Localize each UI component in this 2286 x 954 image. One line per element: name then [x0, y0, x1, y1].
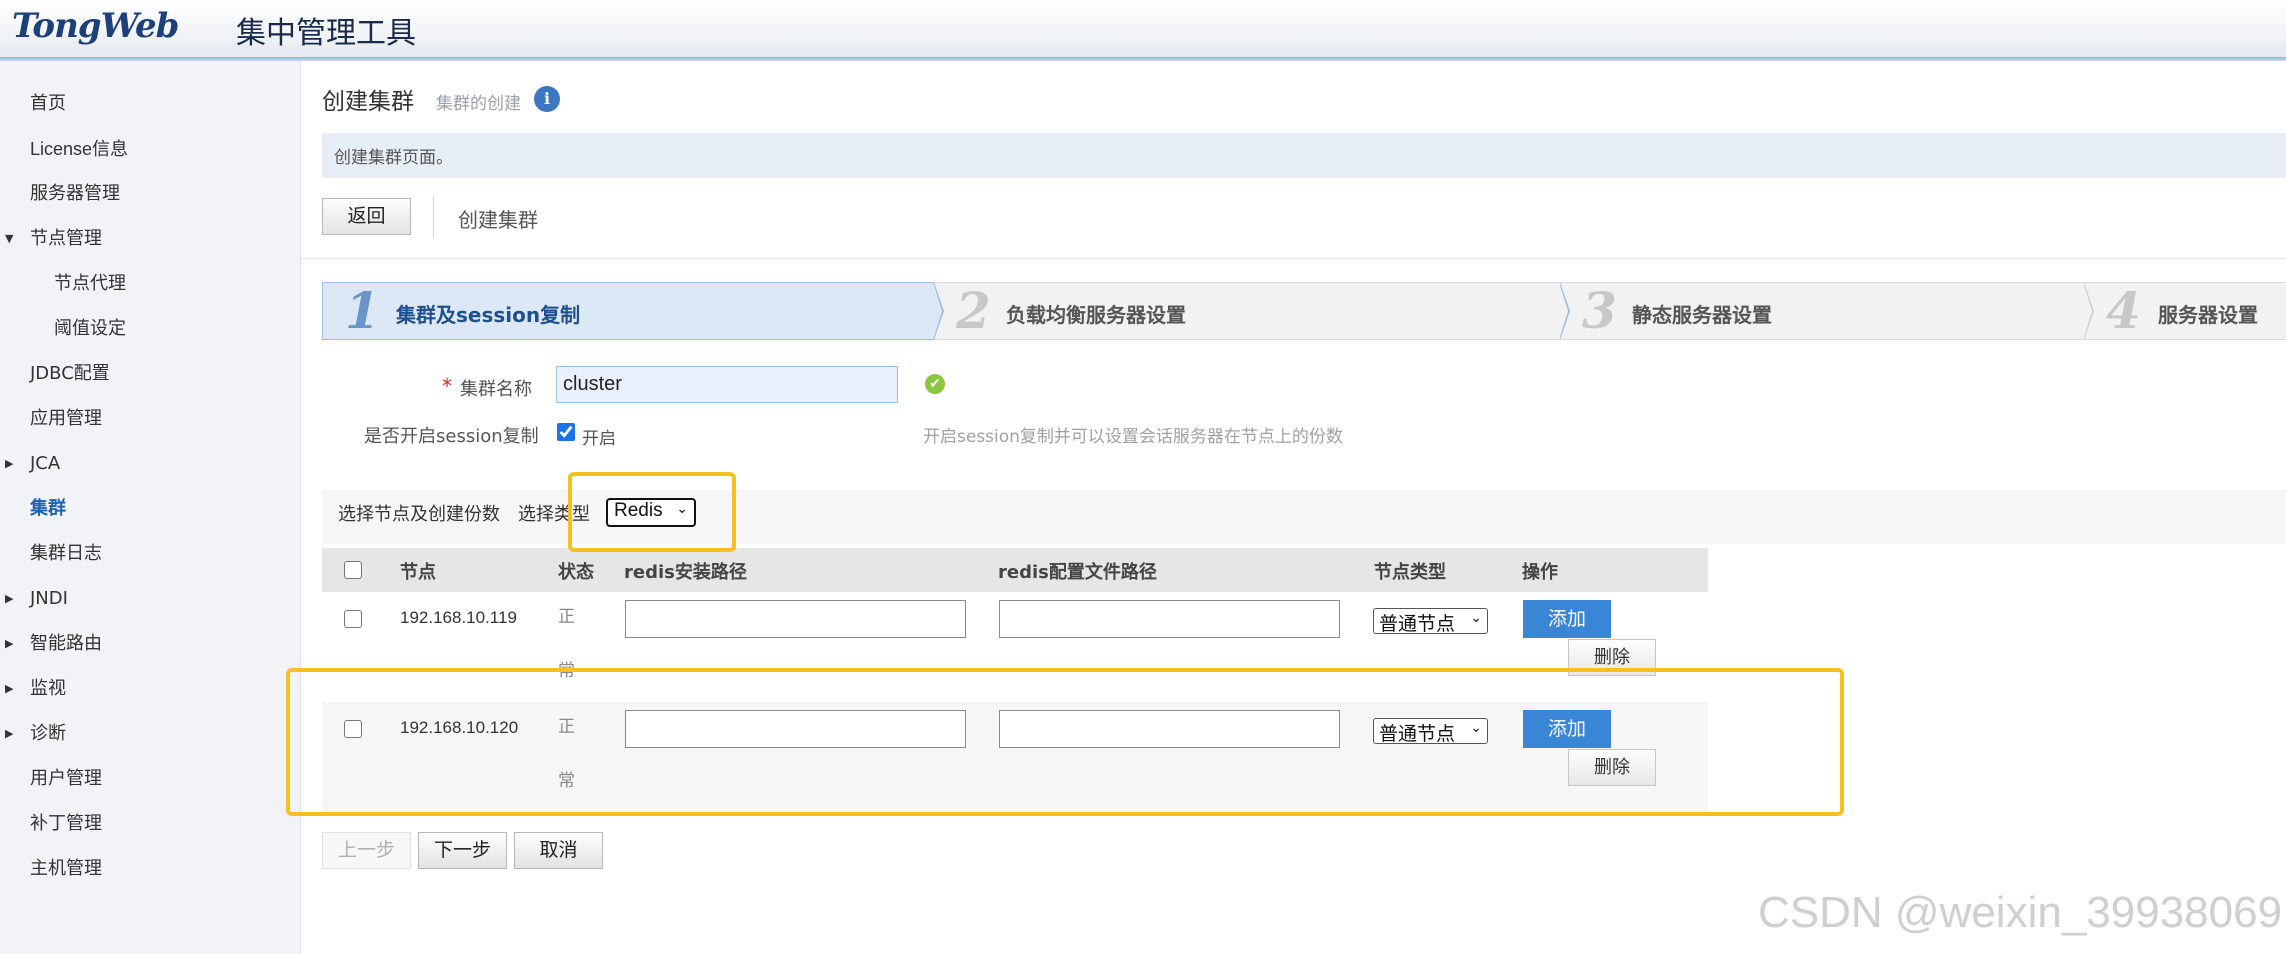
- collapsed-arrow-icon: ▶: [5, 682, 14, 695]
- column-header-actions: 操作: [1522, 562, 1558, 583]
- step-label: 负载均衡服务器设置: [1006, 303, 1186, 327]
- node-type-value: 普通节点: [1379, 613, 1456, 635]
- next-step-button[interactable]: 下一步: [418, 832, 507, 869]
- sidebar-item-node-management[interactable]: ▼ 节点管理: [0, 217, 300, 261]
- node-selection-label: 选择节点及创建份数: [338, 504, 500, 525]
- wizard-step-1[interactable]: 1 集群及session复制: [322, 281, 934, 340]
- toolbar-rule: [300, 258, 2286, 259]
- page-description: 创建集群页面。: [334, 148, 453, 168]
- prev-step-button[interactable]: 上一步: [322, 832, 411, 869]
- sidebar-item-jndi[interactable]: ▶ JNDI: [0, 577, 300, 621]
- redis-config-path-input[interactable]: [999, 600, 1340, 638]
- highlight-box-type-select: [568, 472, 736, 552]
- wizard-step-2[interactable]: 2 负载均衡服务器设置: [934, 281, 1560, 340]
- description-bar: [322, 133, 2286, 178]
- back-button[interactable]: 返回: [322, 198, 411, 235]
- step-number: 3: [1582, 281, 1617, 340]
- step-label: 静态服务器设置: [1632, 303, 1772, 327]
- toolbar-divider: [433, 196, 434, 238]
- required-mark: *: [442, 374, 452, 398]
- session-checkbox-label: 开启: [582, 429, 616, 449]
- column-header-status: 状态: [558, 562, 594, 583]
- column-header-node-type: 节点类型: [1374, 562, 1446, 583]
- cancel-button[interactable]: 取消: [514, 832, 603, 869]
- session-replication-label: 是否开启session复制: [364, 426, 539, 447]
- step-chevron-icon: [2083, 282, 2092, 340]
- expanded-arrow-icon: ▼: [5, 232, 14, 245]
- row-checkbox[interactable]: [344, 610, 362, 628]
- select-all-checkbox[interactable]: [344, 561, 362, 579]
- sidebar-item-cluster-log[interactable]: 集群日志: [0, 532, 300, 576]
- node-type-select[interactable]: 普通节点 ⌄: [1373, 608, 1488, 635]
- collapsed-arrow-icon: ▶: [5, 637, 14, 650]
- session-replication-checkbox[interactable]: [557, 423, 575, 441]
- page-subtitle: 集群的创建: [436, 94, 521, 114]
- node-ip: 192.168.10.119: [400, 608, 517, 627]
- highlight-box-second-row: [286, 668, 1844, 816]
- step-chevron-icon: [1559, 282, 1568, 340]
- cluster-name-label: 集群名称: [460, 379, 532, 400]
- valid-check-icon: ✔: [925, 374, 945, 394]
- sidebar-item-jca[interactable]: ▶ JCA: [0, 442, 300, 486]
- brand-logo: TongWeb: [12, 6, 179, 46]
- collapsed-arrow-icon: ▶: [5, 592, 14, 605]
- session-hint: 开启session复制并可以设置会话服务器在节点上的份数: [923, 427, 1343, 447]
- watermark: CSDN @weixin_39938069: [1758, 888, 2283, 937]
- column-header-node: 节点: [400, 562, 436, 583]
- sidebar-item-host-management[interactable]: 主机管理: [0, 847, 300, 891]
- step-label: 集群及session复制: [396, 303, 581, 327]
- sidebar-item-diagnosis[interactable]: ▶ 诊断: [0, 712, 300, 756]
- collapsed-arrow-icon: ▶: [5, 457, 14, 470]
- wizard-step-3[interactable]: 3 静态服务器设置: [1560, 281, 2084, 340]
- step-number: 1: [345, 281, 380, 340]
- sidebar-item-jdbc[interactable]: JDBC配置: [0, 352, 300, 396]
- sidebar-item-threshold[interactable]: 阈值设定: [0, 307, 300, 351]
- column-header-config-path: redis配置文件路径: [998, 562, 1157, 583]
- sidebar-item-node-agent[interactable]: 节点代理: [0, 262, 300, 306]
- info-icon[interactable]: i: [534, 86, 560, 112]
- header-divider: [0, 57, 2286, 61]
- sidebar-item-app-management[interactable]: 应用管理: [0, 397, 300, 441]
- column-header-install-path: redis安装路径: [624, 562, 747, 583]
- chevron-down-icon: ⌄: [1470, 610, 1482, 626]
- sidebar-item-patch-management[interactable]: 补丁管理: [0, 802, 300, 846]
- table-header: 节点 状态 redis安装路径 redis配置文件路径 节点类型 操作: [322, 548, 1708, 592]
- sidebar-item-home[interactable]: 首页: [0, 82, 300, 126]
- page-title: 创建集群: [322, 89, 414, 115]
- sidebar-item-monitor[interactable]: ▶ 监视: [0, 667, 300, 711]
- step-label: 服务器设置: [2158, 303, 2258, 327]
- sidebar-item-cluster[interactable]: 集群: [0, 487, 300, 531]
- cluster-name-input[interactable]: [556, 366, 898, 403]
- sidebar: 首页 License信息 服务器管理 ▼ 节点管理 节点代理 阈值设定 JDBC配…: [0, 61, 301, 954]
- sidebar-item-server-management[interactable]: 服务器管理: [0, 172, 300, 216]
- redis-install-path-input[interactable]: [625, 600, 966, 638]
- app-title: 集中管理工具: [236, 16, 416, 51]
- step-number: 2: [956, 281, 991, 340]
- add-button[interactable]: 添加: [1523, 600, 1611, 638]
- sidebar-item-smart-routing[interactable]: ▶ 智能路由: [0, 622, 300, 666]
- sidebar-item-license[interactable]: License信息: [0, 127, 300, 171]
- wizard-step-4[interactable]: 4 服务器设置: [2084, 281, 2286, 340]
- step-number: 4: [2106, 281, 2141, 340]
- collapsed-arrow-icon: ▶: [5, 727, 14, 740]
- sidebar-item-user-management[interactable]: 用户管理: [0, 757, 300, 801]
- step-chevron-icon: [933, 282, 942, 340]
- breadcrumb: 创建集群: [458, 208, 538, 232]
